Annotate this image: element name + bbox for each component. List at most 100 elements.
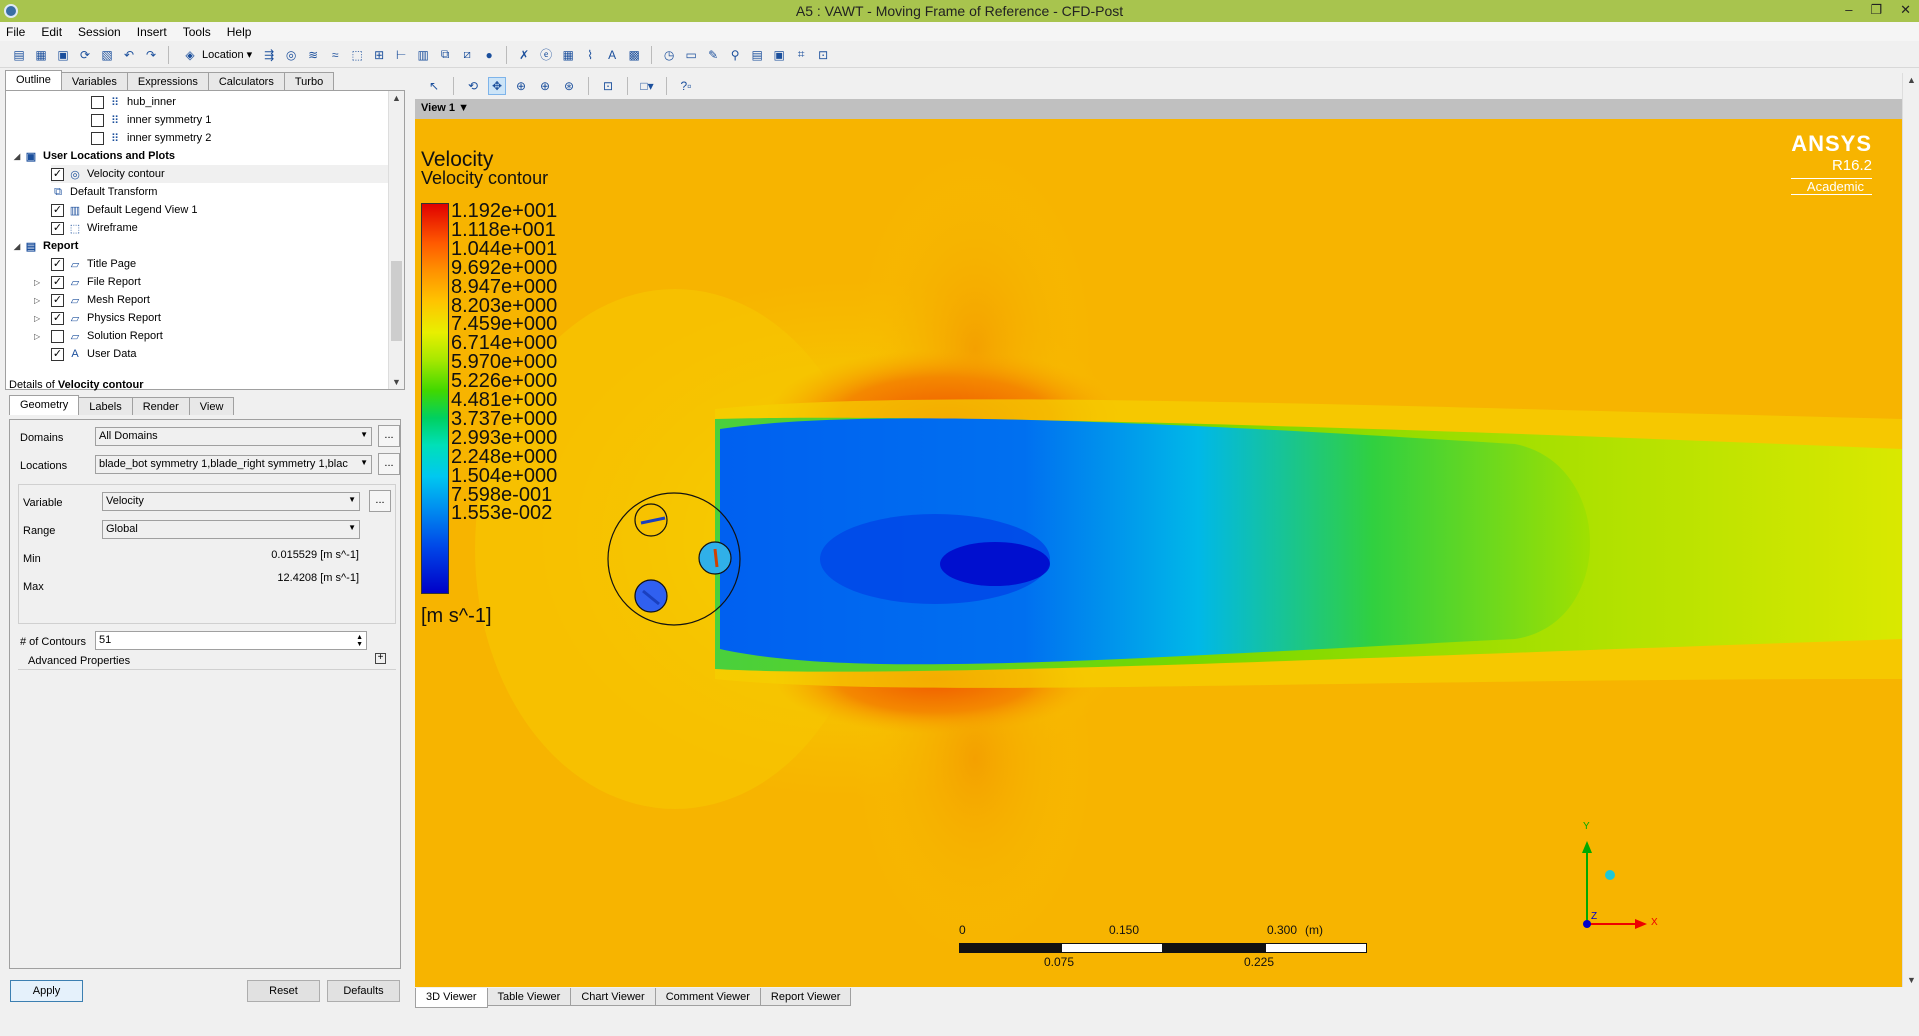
view-title-bar[interactable]: View 1 ▼ <box>415 99 1902 119</box>
menu-help[interactable]: Help <box>227 25 252 39</box>
coordinate-frame-icon[interactable]: ⊢ <box>392 46 410 64</box>
chevron-down-icon[interactable]: ▼ <box>458 102 469 114</box>
close-button[interactable]: ✕ <box>1900 2 1911 18</box>
function-calculator-icon[interactable]: ▤ <box>748 46 766 64</box>
tab-3d-viewer[interactable]: 3D Viewer <box>415 988 488 1008</box>
checkbox[interactable] <box>91 113 104 127</box>
checkbox[interactable]: ✓ <box>51 311 64 325</box>
menu-tools[interactable]: Tools <box>183 25 211 39</box>
tree-group-report[interactable]: ◢ ▤ Report <box>14 237 78 255</box>
tree-item[interactable]: ▷ ✓ ▱ File Report <box>34 273 141 291</box>
text-icon[interactable]: ⊞ <box>370 46 388 64</box>
zoom-box-icon[interactable]: ⊕ <box>536 77 554 95</box>
scroll-up-icon[interactable]: ▲ <box>392 93 401 103</box>
volume-render-icon[interactable]: ⬚ <box>348 46 366 64</box>
vector-icon[interactable]: ⇶ <box>260 46 278 64</box>
save-picture-icon[interactable]: ▧ <box>98 46 116 64</box>
menu-edit[interactable]: Edit <box>41 25 62 39</box>
comment-icon[interactable]: A <box>603 46 621 64</box>
help-icon[interactable]: ?▫ <box>677 77 695 95</box>
instance-transform-icon[interactable]: ⧉ <box>436 46 454 64</box>
checkbox[interactable] <box>91 131 104 145</box>
locations-more-button[interactable]: ... <box>378 453 400 475</box>
collapse-icon[interactable]: ◢ <box>14 152 24 161</box>
viewer-scrollbar[interactable]: ▲ ▼ <box>1902 73 1919 987</box>
highlight-icon[interactable]: ⊡ <box>599 77 617 95</box>
probe-icon[interactable]: ⚲ <box>726 46 744 64</box>
range-select[interactable]: Global ▼ <box>102 520 360 539</box>
tab-render[interactable]: Render <box>131 397 190 415</box>
quick-editor-icon[interactable]: ✎ <box>704 46 722 64</box>
tab-chart-viewer[interactable]: Chart Viewer <box>570 988 656 1006</box>
3d-viewport[interactable]: Velocity Velocity contour 1.192e+001 1.11… <box>415 119 1902 987</box>
zoom-icon[interactable]: ⊕ <box>512 77 530 95</box>
tab-outline[interactable]: Outline <box>5 70 62 90</box>
expand-icon[interactable]: + <box>375 653 386 664</box>
reset-button[interactable]: Reset <box>247 980 320 1002</box>
checkbox[interactable]: ✓ <box>51 347 64 361</box>
tab-expressions[interactable]: Expressions <box>126 72 209 90</box>
rotate-icon[interactable]: ⟲ <box>464 77 482 95</box>
scroll-down-icon[interactable]: ▼ <box>1907 975 1916 985</box>
contour-icon[interactable]: ◎ <box>282 46 300 64</box>
tree-item[interactable]: ⧉ Default Transform <box>51 183 157 201</box>
checkbox[interactable]: ✓ <box>51 167 64 181</box>
tab-table-viewer[interactable]: Table Viewer <box>486 988 572 1006</box>
minimize-button[interactable]: – <box>1845 2 1852 18</box>
table-icon[interactable]: ▦ <box>559 46 577 64</box>
apply-button[interactable]: Apply <box>10 980 83 1002</box>
tab-geometry[interactable]: Geometry <box>9 395 80 415</box>
checkbox[interactable]: ✓ <box>51 275 64 289</box>
pan-icon[interactable]: ✥ <box>488 77 506 95</box>
load-results-icon[interactable]: ▣ <box>54 46 72 64</box>
tree-item[interactable]: ✓ A User Data <box>51 345 137 363</box>
expand-icon[interactable]: ▷ <box>34 278 44 287</box>
expand-icon[interactable]: ▷ <box>34 296 44 305</box>
tree-item[interactable]: ▷ ✓ ▱ Mesh Report <box>34 291 150 309</box>
location-dropdown[interactable]: ◈ Location ▾ <box>177 46 256 64</box>
domains-more-button[interactable]: ... <box>378 425 400 447</box>
refresh-icon[interactable]: ⟳ <box>76 46 94 64</box>
viewport-layout-icon[interactable]: □▾ <box>638 77 656 95</box>
locations-select[interactable]: blade_bot symmetry 1,blade_right symmetr… <box>95 455 372 474</box>
command-editor-icon[interactable]: ⊡ <box>814 46 832 64</box>
tab-comment-viewer[interactable]: Comment Viewer <box>654 988 761 1006</box>
tab-turbo[interactable]: Turbo <box>283 72 335 90</box>
expand-icon[interactable]: ▷ <box>34 332 44 341</box>
scroll-up-icon[interactable]: ▲ <box>1907 75 1916 85</box>
menu-insert[interactable]: Insert <box>137 25 167 39</box>
undo-icon[interactable]: ↶ <box>120 46 138 64</box>
color-map-icon[interactable]: ● <box>480 46 498 64</box>
particle-track-icon[interactable]: ≈ <box>326 46 344 64</box>
domains-select[interactable]: All Domains ▼ <box>95 427 372 446</box>
checkbox[interactable]: ✓ <box>51 203 64 217</box>
figure-icon[interactable]: ▩ <box>625 46 643 64</box>
chart-icon[interactable]: ⌇ <box>581 46 599 64</box>
tree-item[interactable]: ✓ ▱ Title Page <box>51 255 136 273</box>
defaults-button[interactable]: Defaults <box>327 980 400 1002</box>
expand-icon[interactable]: ▷ <box>34 314 44 323</box>
zoom-fit-icon[interactable]: ⊛ <box>560 77 578 95</box>
streamline-icon[interactable]: ≋ <box>304 46 322 64</box>
tree-item[interactable]: ⠿ inner symmetry 2 <box>91 129 211 147</box>
tab-variables[interactable]: Variables <box>60 72 128 90</box>
tab-report-viewer[interactable]: Report Viewer <box>759 988 852 1006</box>
timestep-icon[interactable]: ◷ <box>660 46 678 64</box>
tree-item[interactable]: ⠿ inner symmetry 1 <box>91 111 211 129</box>
menu-session[interactable]: Session <box>78 25 121 39</box>
contours-input[interactable]: 51 ▲ ▼ <box>95 631 367 650</box>
mesh-calculator-icon[interactable]: ⌗ <box>792 46 810 64</box>
select-icon[interactable]: ↖ <box>425 77 443 95</box>
new-icon[interactable]: ▤ <box>10 46 28 64</box>
variable-select[interactable]: Velocity ▼ <box>102 492 360 511</box>
tree-item-velocity-contour[interactable]: ✓ ◎ Velocity contour <box>51 165 391 183</box>
animation-icon[interactable]: ▭ <box>682 46 700 64</box>
tree-item[interactable]: ▷ ✓ ▱ Physics Report <box>34 309 161 327</box>
tree-item[interactable]: ▷ ▱ Solution Report <box>34 327 163 345</box>
macro-calculator-icon[interactable]: ▣ <box>770 46 788 64</box>
tree-item[interactable]: ✓ ⬚ Wireframe <box>51 219 138 237</box>
tab-labels[interactable]: Labels <box>78 397 133 415</box>
checkbox[interactable] <box>51 329 64 343</box>
redo-icon[interactable]: ↷ <box>142 46 160 64</box>
collapse-icon[interactable]: ◢ <box>14 242 24 251</box>
